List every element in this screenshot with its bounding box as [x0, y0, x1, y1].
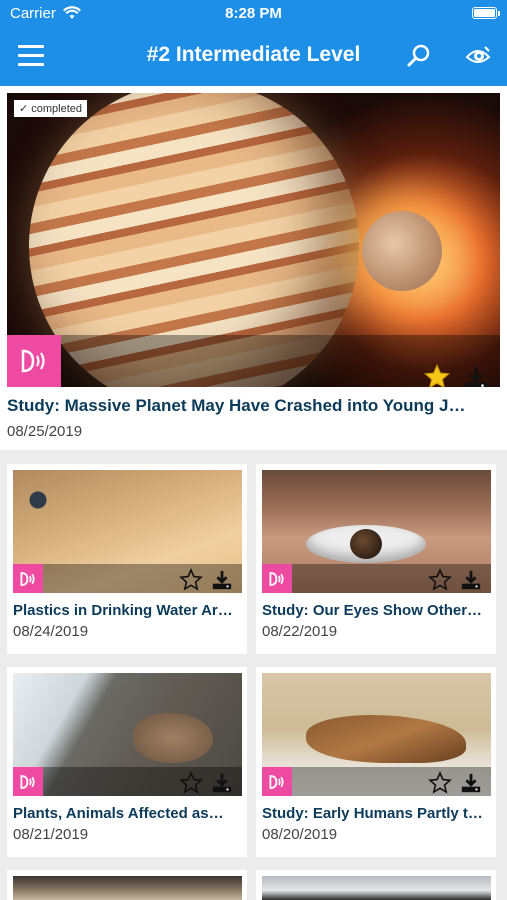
walrus-herd-photo [133, 713, 213, 763]
article-date: 08/20/2019 [262, 826, 338, 843]
image-shade [13, 564, 242, 593]
article-card[interactable]: Plastics in Drinking Water Ar… 08/24/201… [7, 464, 247, 654]
featured-title[interactable]: Study: Massive Planet May Have Crashed i… [7, 396, 497, 416]
article-card-partial[interactable] [7, 870, 247, 900]
fossil-skull-photo [306, 715, 466, 763]
favorite-star-icon[interactable] [179, 568, 203, 593]
article-title[interactable]: Plastics in Drinking Water Ar… [13, 602, 243, 619]
image-shade [13, 767, 242, 796]
article-card[interactable]: Study: Early Humans Partly t… 08/20/2019 [256, 667, 496, 857]
search-icon[interactable] [406, 43, 432, 74]
audio-badge-icon [7, 335, 61, 387]
article-title[interactable]: Study: Our Eyes Show Other… [262, 602, 492, 619]
page-title: #2 Intermediate Level [146, 43, 361, 66]
favorite-star-icon[interactable] [428, 568, 452, 593]
status-time: 8:28 PM [225, 5, 282, 22]
image-shade [262, 767, 491, 796]
article-thumbnail [13, 876, 242, 900]
nav-bar: #2 Intermediate Level [0, 28, 507, 86]
article-date: 08/22/2019 [262, 623, 338, 640]
download-icon[interactable] [460, 772, 482, 796]
article-date: 08/24/2019 [13, 623, 89, 640]
article-card-partial[interactable] [256, 870, 496, 900]
completed-badge: ✓ completed [14, 100, 88, 117]
article-title[interactable]: Plants, Animals Affected as… [13, 805, 243, 822]
audio-badge-icon [262, 767, 292, 796]
featured-article[interactable]: ✓ completed Study: Massive Planet May Ha… [0, 86, 507, 450]
audio-badge-icon [262, 564, 292, 593]
eye-icon[interactable] [465, 43, 491, 74]
article-card[interactable]: Plants, Animals Affected as… 08/21/2019 [7, 667, 247, 857]
article-thumbnail [262, 673, 491, 796]
article-thumbnail [13, 673, 242, 796]
article-thumbnail [262, 876, 491, 900]
download-icon[interactable] [460, 569, 482, 593]
status-bar: Carrier 8:28 PM [0, 0, 507, 28]
battery-icon [472, 7, 500, 19]
eye-photo [306, 525, 426, 563]
article-title[interactable]: Study: Early Humans Partly t… [262, 805, 492, 822]
featured-image: ✓ completed [7, 93, 500, 387]
download-icon[interactable] [463, 365, 489, 387]
favorite-star-icon[interactable] [428, 771, 452, 796]
featured-date: 08/25/2019 [7, 423, 83, 440]
article-card[interactable]: Study: Our Eyes Show Other… 08/22/2019 [256, 464, 496, 654]
article-thumbnail [13, 470, 242, 593]
article-date: 08/21/2019 [13, 826, 89, 843]
favorite-star-icon[interactable] [423, 363, 451, 387]
image-shade [262, 564, 491, 593]
download-icon[interactable] [211, 569, 233, 593]
favorite-star-icon[interactable] [179, 771, 203, 796]
impact-moon-image [362, 211, 442, 291]
download-icon[interactable] [211, 772, 233, 796]
hamburger-menu-icon[interactable] [18, 45, 44, 67]
audio-badge-icon [13, 767, 43, 796]
article-thumbnail [262, 470, 491, 593]
audio-badge-icon [13, 564, 43, 593]
